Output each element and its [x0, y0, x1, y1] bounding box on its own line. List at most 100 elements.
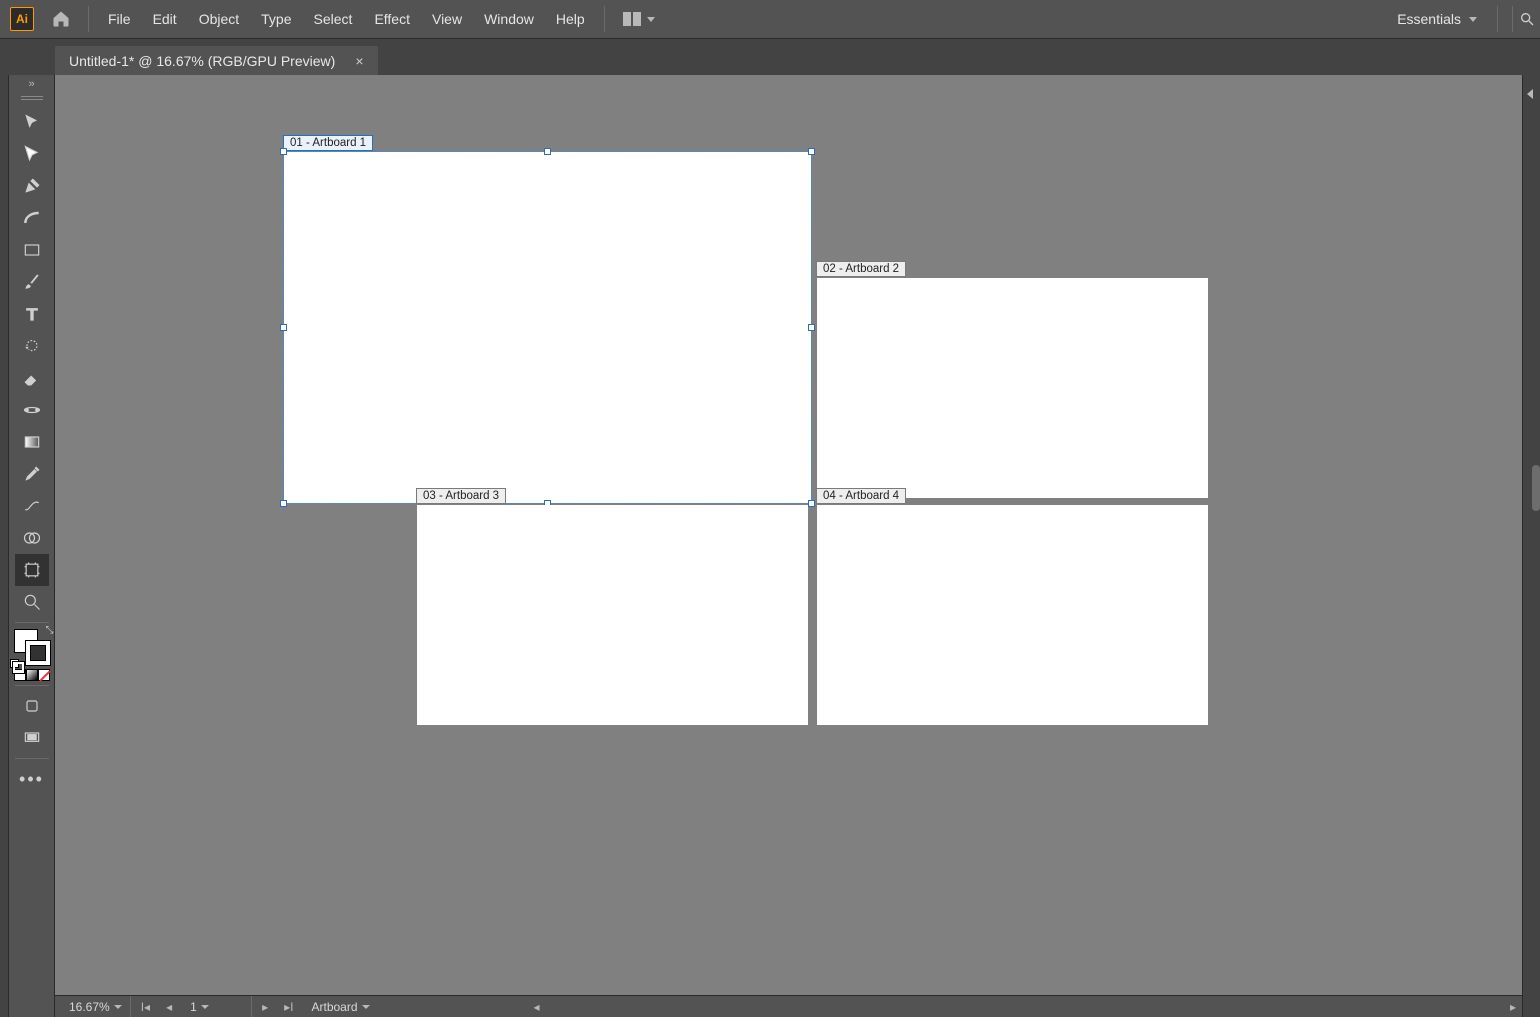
curvature-tool[interactable]	[15, 202, 49, 234]
fill-stroke-swatch[interactable]: ⤡	[14, 629, 50, 665]
artboard[interactable]: 01 - Artboard 1	[284, 152, 811, 503]
close-tab-button[interactable]: ×	[355, 54, 363, 68]
curvature-icon	[22, 208, 42, 228]
right-panel-strip[interactable]	[1522, 75, 1540, 1017]
document-tab[interactable]: Untitled-1* @ 16.67% (RGB/GPU Preview) ×	[55, 46, 378, 76]
color-mode-gradient[interactable]	[26, 669, 38, 681]
width-tool[interactable]	[15, 394, 49, 426]
status-scroll-left[interactable]: ◂	[527, 1000, 545, 1014]
document-tab-row: Untitled-1* @ 16.67% (RGB/GPU Preview) ×	[0, 39, 1540, 75]
shape-builder-icon	[22, 528, 42, 548]
menu-effect[interactable]: Effect	[363, 0, 421, 38]
screen-mode-button[interactable]	[15, 722, 49, 754]
zoom-value: 16.67%	[69, 1000, 110, 1014]
resize-handle-se[interactable]	[808, 500, 815, 507]
zoom-icon	[22, 592, 42, 612]
artboard-label[interactable]: 02 - Artboard 2	[816, 261, 906, 277]
edit-toolbar-button[interactable]: •••	[19, 769, 44, 790]
chevron-down-icon	[647, 17, 655, 22]
resize-handle-n[interactable]	[544, 148, 551, 155]
menu-label: Type	[261, 11, 291, 27]
separator	[15, 685, 49, 686]
color-mode-none[interactable]	[38, 669, 50, 681]
search-button[interactable]	[1512, 6, 1540, 32]
menu-edit[interactable]: Edit	[142, 0, 188, 38]
draw-mode-icon	[22, 696, 42, 716]
menu-label: View	[432, 11, 462, 27]
panel-grip[interactable]	[21, 94, 43, 100]
status-scroll-right[interactable]: ▸	[1504, 1000, 1522, 1014]
gradient-tool[interactable]	[15, 426, 49, 458]
swap-fill-stroke-icon[interactable]: ⤡	[46, 625, 54, 636]
selection-outline	[283, 151, 812, 504]
artboard[interactable]: 04 - Artboard 4	[817, 505, 1208, 725]
scrollbar-thumb[interactable]	[1532, 465, 1540, 511]
artboard-nav-field[interactable]: 1	[182, 996, 252, 1017]
workspace: ⤡ ••• 01 - Artboard 102 - Artboard 203 -…	[0, 75, 1540, 1017]
rotate-tool[interactable]	[15, 330, 49, 362]
menu-view[interactable]: View	[421, 0, 473, 38]
separator	[604, 6, 605, 32]
home-button[interactable]	[42, 0, 80, 38]
menu-label: Window	[484, 11, 534, 27]
selection-tool[interactable]	[15, 106, 49, 138]
type-icon	[22, 304, 42, 324]
artboard-label[interactable]: 01 - Artboard 1	[283, 135, 373, 151]
menu-object[interactable]: Object	[188, 0, 250, 38]
menu-window[interactable]: Window	[473, 0, 545, 38]
status-info-label: Artboard	[311, 1000, 357, 1014]
artboard-label[interactable]: 03 - Artboard 3	[416, 488, 506, 504]
canvas-area[interactable]: 01 - Artboard 102 - Artboard 203 - Artbo…	[55, 75, 1522, 1017]
menu-file[interactable]: File	[97, 0, 142, 38]
width-icon	[22, 400, 42, 420]
eyedropper-tool[interactable]	[15, 458, 49, 490]
next-artboard-button[interactable]: ▸	[256, 1000, 274, 1014]
separator	[15, 758, 49, 759]
draw-mode-button[interactable]	[15, 690, 49, 722]
chevron-down-icon	[114, 1005, 122, 1009]
chevron-down-icon	[362, 1005, 370, 1009]
artboard-tool[interactable]	[15, 554, 49, 586]
menu-label: Help	[556, 11, 585, 27]
direct-selection-icon	[22, 144, 42, 164]
paintbrush-tool[interactable]	[15, 266, 49, 298]
artboard[interactable]: 03 - Artboard 3	[417, 505, 808, 725]
menu-select[interactable]: Select	[303, 0, 364, 38]
type-tool[interactable]	[15, 298, 49, 330]
arrange-documents-button[interactable]	[613, 12, 665, 26]
gradient-icon	[22, 432, 42, 452]
menu-label: Object	[199, 11, 239, 27]
zoom-tool[interactable]	[15, 586, 49, 618]
blend-icon	[22, 496, 42, 516]
expand-tools-button[interactable]	[9, 77, 54, 91]
status-info-field[interactable]: Artboard	[303, 996, 483, 1017]
shape-builder-tool[interactable]	[15, 522, 49, 554]
resize-handle-w[interactable]	[280, 324, 287, 331]
zoom-field[interactable]: 16.67%	[61, 996, 131, 1017]
workspace-switcher[interactable]: Essentials	[1385, 11, 1489, 27]
last-artboard-button[interactable]: ▸I	[278, 1000, 299, 1014]
workspace-label: Essentials	[1397, 11, 1461, 27]
menu-label: Edit	[153, 11, 177, 27]
arrange-documents-icon	[623, 12, 641, 26]
pen-tool[interactable]	[15, 170, 49, 202]
resize-handle-ne[interactable]	[808, 148, 815, 155]
artboard-label[interactable]: 04 - Artboard 4	[816, 488, 906, 504]
menu-label: File	[108, 11, 131, 27]
menu-help[interactable]: Help	[545, 0, 596, 38]
prev-artboard-button[interactable]: ◂	[160, 1000, 178, 1014]
expand-panels-icon[interactable]	[1527, 89, 1533, 99]
stroke-swatch[interactable]	[26, 641, 50, 665]
default-fill-stroke-icon[interactable]	[10, 659, 20, 669]
status-bar: 16.67% I◂ ◂ 1 ▸ ▸I Artboard ◂ ▸	[55, 995, 1522, 1017]
resize-handle-sw[interactable]	[280, 500, 287, 507]
first-artboard-button[interactable]: I◂	[135, 1000, 156, 1014]
rectangle-tool[interactable]	[15, 234, 49, 266]
resize-handle-e[interactable]	[808, 324, 815, 331]
artboard[interactable]: 02 - Artboard 2	[817, 278, 1208, 498]
eraser-tool[interactable]	[15, 362, 49, 394]
menu-type[interactable]: Type	[250, 0, 302, 38]
blend-tool[interactable]	[15, 490, 49, 522]
chevron-down-icon	[201, 1005, 209, 1009]
direct-selection-tool[interactable]	[15, 138, 49, 170]
